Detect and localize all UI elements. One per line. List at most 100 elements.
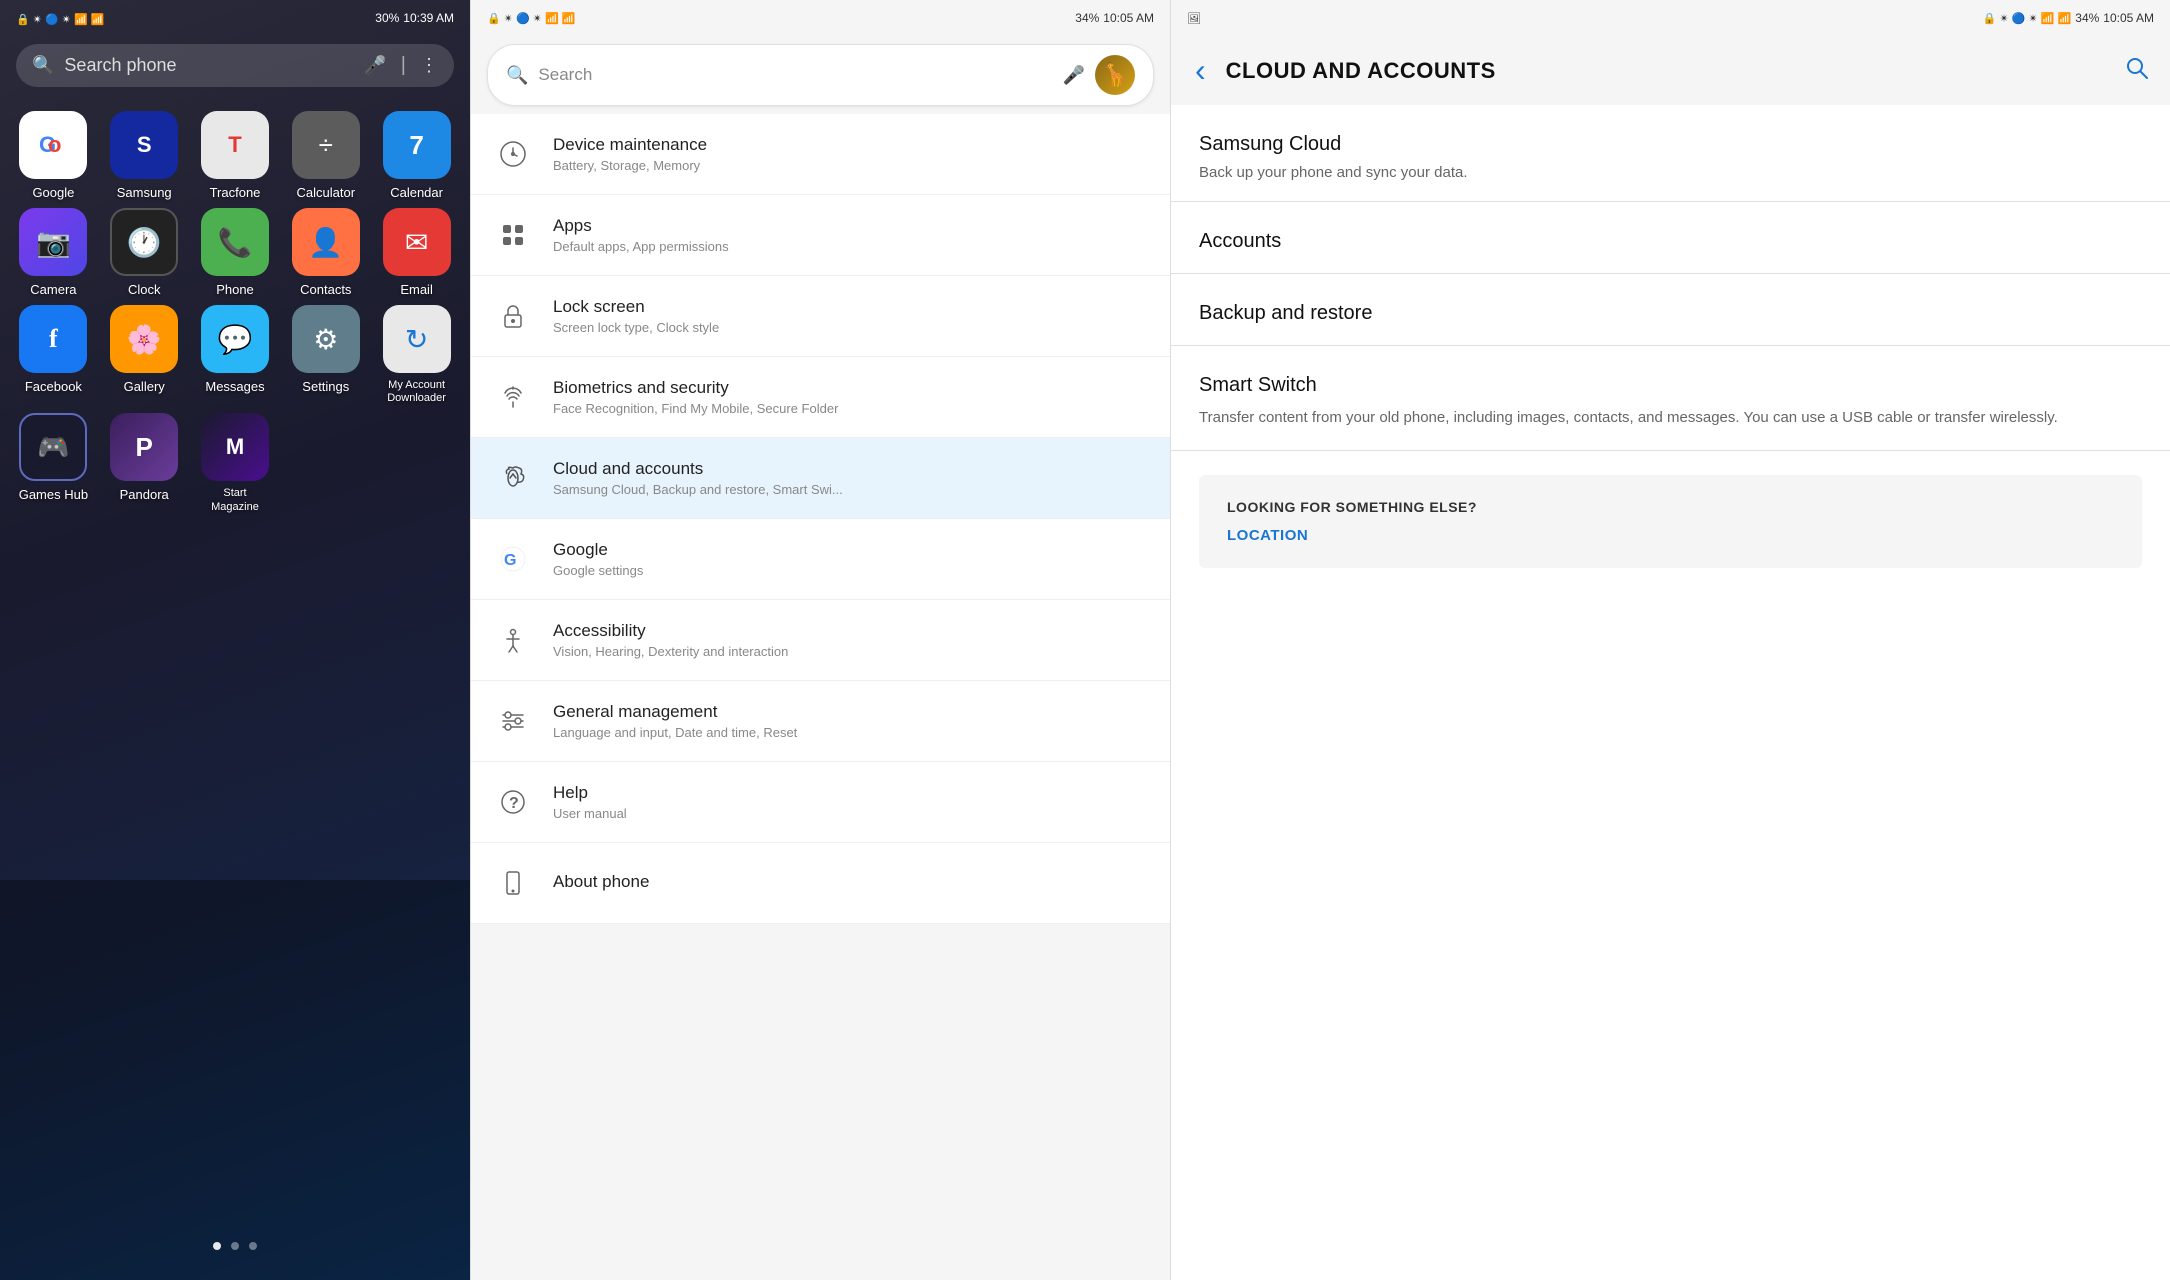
settings-item-help[interactable]: ? Help User manual <box>471 762 1170 843</box>
settings-item-accessibility[interactable]: Accessibility Vision, Hearing, Dexterity… <box>471 600 1170 681</box>
cloud-time: 10:05 AM <box>2103 11 2154 25</box>
settings-item-about[interactable]: About phone <box>471 843 1170 924</box>
contacts-icon: 👤 <box>292 208 360 276</box>
cloud-accounts-panel: 🖼 🔒 ✴ 🔵 ✴ 📶 📶 34% 10:05 AM ‹ CLOUD AND A… <box>1170 0 2170 1280</box>
app-samsung[interactable]: S Samsung <box>103 111 186 200</box>
settings-mic-icon[interactable]: 🎤 <box>1063 65 1085 86</box>
app-clock[interactable]: 🕐 Clock <box>103 208 186 297</box>
settings-item-cloud-text: Cloud and accounts Samsung Cloud, Backup… <box>553 459 1150 497</box>
settings-item-apps[interactable]: Apps Default apps, App permissions <box>471 195 1170 276</box>
cloud-status-icons: 🖼 <box>1187 9 1201 27</box>
app-label-gallery: Gallery <box>124 379 165 394</box>
device-maintenance-icon <box>491 132 535 176</box>
app-grid: G o Google S Samsung T Tracfone ÷ Calcul… <box>0 95 470 530</box>
cloud-back-button[interactable]: ‹ <box>1191 48 1210 93</box>
app-messages[interactable]: 💬 Messages <box>194 305 277 405</box>
home-search-icon: 🔍 <box>32 55 54 76</box>
app-myaccount[interactable]: ↻ My AccountDownloader <box>375 305 458 405</box>
location-link[interactable]: LOCATION <box>1227 527 2114 544</box>
app-label-tracfone: Tracfone <box>210 185 261 200</box>
app-startmag[interactable]: M StartMagazine <box>194 413 277 513</box>
accessibility-icon <box>491 618 535 662</box>
settings-item-about-title: About phone <box>553 872 1150 892</box>
app-tracfone[interactable]: T Tracfone <box>194 111 277 200</box>
app-gallery[interactable]: 🌸 Gallery <box>103 305 186 405</box>
settings-search-placeholder: Search <box>538 65 1052 85</box>
app-camera[interactable]: 📷 Camera <box>12 208 95 297</box>
settings-search-icon: 🔍 <box>506 65 528 86</box>
settings-item-help-text: Help User manual <box>553 783 1150 821</box>
app-label-google: Google <box>32 185 74 200</box>
smart-switch-section[interactable]: Smart Switch Transfer content from your … <box>1171 346 2170 451</box>
app-label-camera: Camera <box>30 282 76 297</box>
home-search-divider: | <box>401 54 406 77</box>
settings-item-google-sub: Google settings <box>553 563 1150 578</box>
cloud-search-button[interactable] <box>2124 55 2150 87</box>
google-settings-icon: G <box>491 537 535 581</box>
app-calculator[interactable]: ÷ Calculator <box>284 111 367 200</box>
page-dot-3 <box>249 1242 257 1250</box>
app-label-settings: Settings <box>302 379 349 394</box>
settings-time: 10:05 AM <box>1103 11 1154 25</box>
settings-item-lock-screen[interactable]: Lock screen Screen lock type, Clock styl… <box>471 276 1170 357</box>
settings-item-general-sub: Language and input, Date and time, Reset <box>553 725 1150 740</box>
app-label-samsung: Samsung <box>117 185 172 200</box>
settings-item-apps-title: Apps <box>553 216 1150 236</box>
app-phone[interactable]: 📞 Phone <box>194 208 277 297</box>
app-google[interactable]: G o Google <box>12 111 95 200</box>
app-label-calculator: Calculator <box>297 185 356 200</box>
settings-item-device-maintenance-sub: Battery, Storage, Memory <box>553 158 1150 173</box>
camera-icon: 📷 <box>19 208 87 276</box>
settings-item-google[interactable]: G Google Google settings <box>471 519 1170 600</box>
settings-item-help-title: Help <box>553 783 1150 803</box>
cloud-status-right: 🔒 ✴ 🔵 ✴ 📶 📶 34% 10:05 AM <box>1983 11 2154 25</box>
backup-restore-section[interactable]: Backup and restore <box>1171 274 2170 346</box>
settings-item-biometrics-text: Biometrics and security Face Recognition… <box>553 378 1150 416</box>
app-label-calendar: Calendar <box>390 185 443 200</box>
myaccount-icon: ↻ <box>383 305 451 373</box>
looking-for-title: LOOKING FOR SOMETHING ELSE? <box>1227 499 2114 515</box>
accounts-title: Accounts <box>1199 230 2142 253</box>
app-contacts[interactable]: 👤 Contacts <box>284 208 367 297</box>
app-gameshub[interactable]: 🎮 Games Hub <box>12 413 95 513</box>
home-menu-icon[interactable]: ⋮ <box>420 55 438 76</box>
home-search-bar[interactable]: 🔍 Search phone 🎤 | ⋮ <box>16 44 454 87</box>
page-dot-2 <box>231 1242 239 1250</box>
samsung-cloud-section[interactable]: Samsung Cloud Back up your phone and syn… <box>1171 105 2170 202</box>
settings-item-google-title: Google <box>553 540 1150 560</box>
phone-icon: 📞 <box>201 208 269 276</box>
settings-item-general-title: General management <box>553 702 1150 722</box>
app-calendar[interactable]: 7 Calendar <box>375 111 458 200</box>
settings-avatar[interactable]: 🦒 <box>1095 55 1135 95</box>
app-label-facebook: Facebook <box>25 379 82 394</box>
settings-item-general-text: General management Language and input, D… <box>553 702 1150 740</box>
samsung-cloud-title: Samsung Cloud <box>1199 133 2142 156</box>
tracfone-icon: T <box>201 111 269 179</box>
settings-status-right: 34% 10:05 AM <box>1075 11 1154 25</box>
app-label-phone: Phone <box>216 282 254 297</box>
settings-battery: 34% <box>1075 11 1099 25</box>
home-mic-icon[interactable]: 🎤 <box>364 55 386 76</box>
pandora-icon: P <box>110 413 178 481</box>
settings-item-help-sub: User manual <box>553 806 1150 821</box>
app-facebook[interactable]: f Facebook <box>12 305 95 405</box>
app-pandora[interactable]: P Pandora <box>103 413 186 513</box>
settings-item-cloud[interactable]: Cloud and accounts Samsung Cloud, Backup… <box>471 438 1170 519</box>
calculator-icon: ÷ <box>292 111 360 179</box>
settings-item-device-maintenance[interactable]: Device maintenance Battery, Storage, Mem… <box>471 114 1170 195</box>
home-status-bar: 🔒 ✴ 🔵 ✴ 📶 📶 30% 10:39 AM <box>0 0 470 36</box>
settings-search-bar[interactable]: 🔍 Search 🎤 🦒 <box>487 44 1154 106</box>
settings-item-accessibility-sub: Vision, Hearing, Dexterity and interacti… <box>553 644 1150 659</box>
facebook-icon: f <box>19 305 87 373</box>
settings-item-general[interactable]: General management Language and input, D… <box>471 681 1170 762</box>
accounts-section[interactable]: Accounts <box>1171 202 2170 274</box>
page-dot-1 <box>213 1242 221 1250</box>
home-status-right: 30% 10:39 AM <box>375 11 454 25</box>
app-email[interactable]: ✉ Email <box>375 208 458 297</box>
settings-item-biometrics[interactable]: Biometrics and security Face Recognition… <box>471 357 1170 438</box>
app-label-contacts: Contacts <box>300 282 351 297</box>
samsung-icon: S <box>110 111 178 179</box>
smart-switch-title: Smart Switch <box>1199 374 2142 397</box>
settings-item-google-text: Google Google settings <box>553 540 1150 578</box>
app-settings[interactable]: ⚙ Settings <box>284 305 367 405</box>
